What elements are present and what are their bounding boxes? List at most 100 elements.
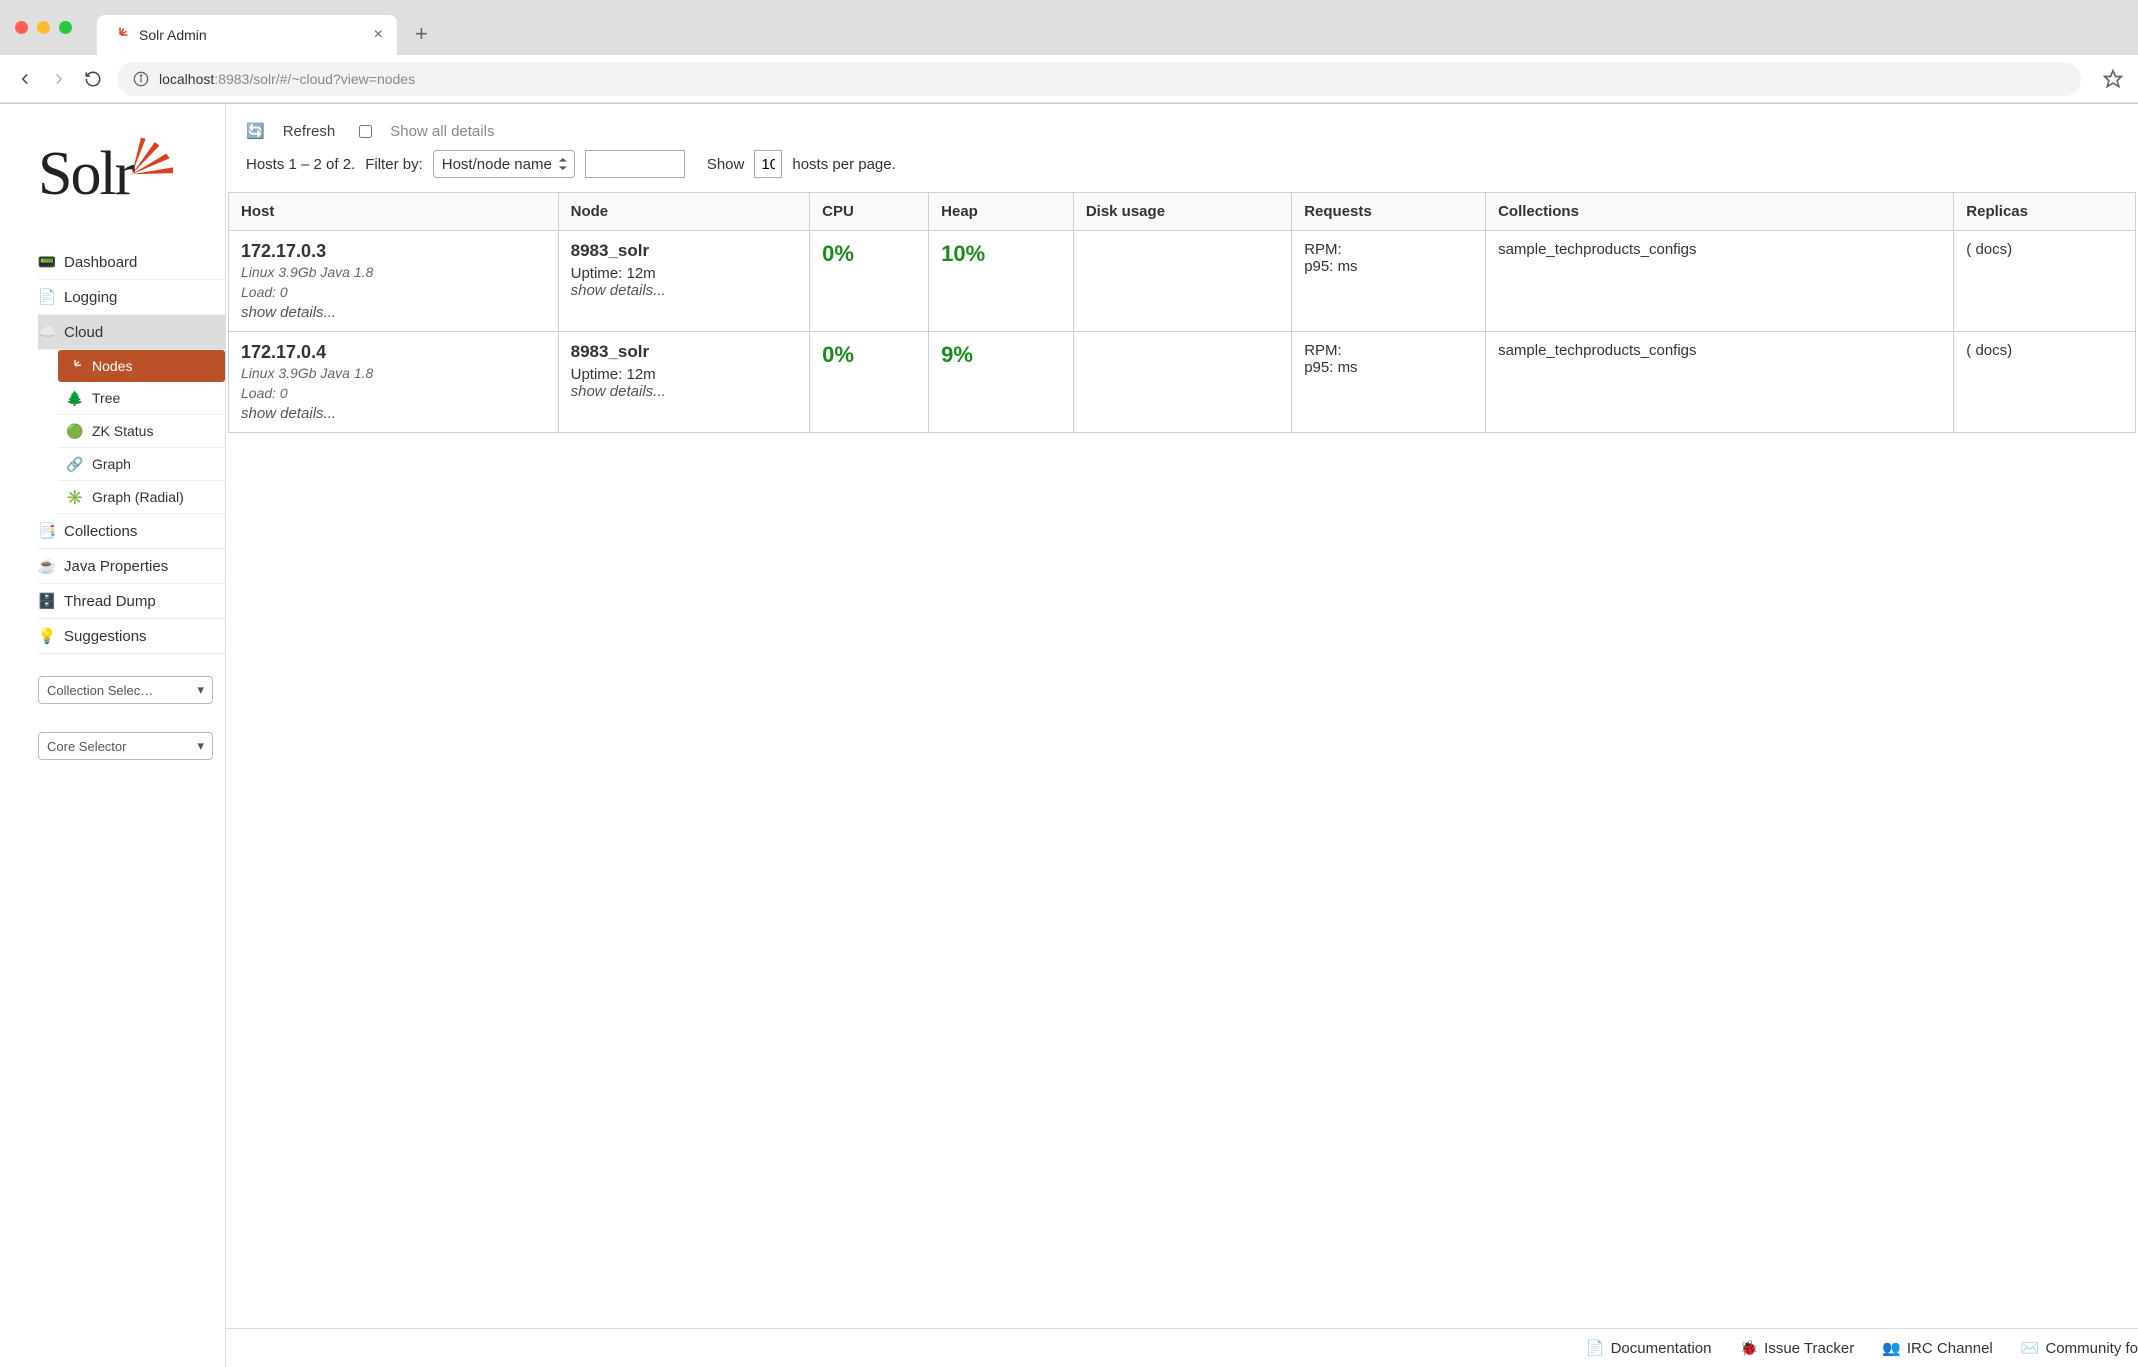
heap-pct: 9%	[941, 342, 973, 367]
radial-icon: ✳️	[66, 488, 84, 506]
replicas: ( docs)	[1966, 342, 2012, 359]
per-page-suffix: hosts per page.	[792, 156, 895, 173]
show-details-link[interactable]: show details...	[241, 304, 546, 321]
host-ip: 172.17.0.4	[241, 342, 546, 363]
sidebar-item-graph[interactable]: 🔗Graph	[58, 448, 225, 481]
th-host[interactable]: Host	[229, 193, 559, 231]
cloud-icon: ☁️	[38, 323, 56, 341]
graph-icon: 🔗	[66, 455, 84, 473]
core-selector[interactable]: Core Selector▾	[38, 732, 213, 760]
node-name: 8983_solr	[571, 241, 798, 261]
host-info: Linux 3.9Gb Java 1.8	[241, 365, 546, 381]
show-details-link[interactable]: show details...	[571, 383, 798, 400]
address-bar[interactable]: localhost:8983/solr/#/~cloud?view=nodes	[117, 62, 2081, 96]
filter-by-label: Filter by:	[365, 156, 423, 173]
load-info: Load: 0	[241, 385, 546, 401]
sidebar-item-nodes[interactable]: Nodes	[58, 350, 225, 382]
disk-cell	[1073, 332, 1291, 433]
cpu-pct: 0%	[822, 342, 854, 367]
uptime: Uptime: 12m	[571, 265, 798, 282]
tab-title: Solr Admin	[139, 27, 364, 43]
host-info: Linux 3.9Gb Java 1.8	[241, 264, 546, 280]
solr-favicon-icon	[111, 26, 129, 44]
sidebar-item-tree[interactable]: 🌲Tree	[58, 382, 225, 415]
solr-logo[interactable]: Solr	[38, 139, 225, 210]
bookmark-star-icon[interactable]	[2103, 69, 2123, 89]
filter-field-select[interactable]: Host/node name	[433, 150, 575, 178]
heap-pct: 10%	[941, 241, 985, 266]
hosts-table: Host Node CPU Heap Disk usage Requests C…	[228, 192, 2136, 433]
main-content: 🔄 Refresh Show all details Hosts 1 – 2 o…	[225, 104, 2138, 1367]
show-details-link[interactable]: show details...	[571, 282, 798, 299]
table-row: 172.17.0.4 Linux 3.9Gb Java 1.8 Load: 0 …	[229, 332, 2136, 433]
collection-selector[interactable]: Collection Selec…▾	[38, 676, 213, 704]
nav-bar: localhost:8983/solr/#/~cloud?view=nodes	[0, 55, 2138, 103]
tab-strip: Solr Admin × +	[0, 0, 2138, 55]
show-all-details-label: Show all details	[390, 123, 494, 140]
show-label: Show	[707, 156, 745, 173]
p95: p95: ms	[1304, 258, 1473, 275]
zk-status-icon: 🟢	[66, 422, 84, 440]
back-icon[interactable]	[15, 69, 35, 89]
sidebar-item-dashboard[interactable]: 📟Dashboard	[38, 245, 225, 280]
solr-sunburst-icon	[125, 133, 180, 188]
th-cpu[interactable]: CPU	[810, 193, 929, 231]
maximize-window-button[interactable]	[59, 21, 72, 34]
mail-icon: ✉️	[2021, 1339, 2040, 1357]
forward-icon[interactable]	[49, 69, 69, 89]
new-tab-button[interactable]: +	[415, 21, 428, 47]
collection-name[interactable]: sample_techproducts_configs	[1498, 342, 1696, 359]
cpu-pct: 0%	[822, 241, 854, 266]
sidebar-item-javaprops[interactable]: ☕Java Properties	[38, 549, 225, 584]
filter-text-input[interactable]	[585, 150, 685, 178]
collection-name[interactable]: sample_techproducts_configs	[1498, 241, 1696, 258]
rpm: RPM:	[1304, 342, 1473, 359]
sidebar-item-graph-radial[interactable]: ✳️Graph (Radial)	[58, 481, 225, 514]
th-disk[interactable]: Disk usage	[1073, 193, 1291, 231]
th-requests[interactable]: Requests	[1292, 193, 1486, 231]
footer-community[interactable]: ✉️Community fo	[2021, 1339, 2138, 1357]
th-replicas[interactable]: Replicas	[1954, 193, 2136, 231]
reload-icon[interactable]	[83, 69, 103, 89]
minimize-window-button[interactable]	[37, 21, 50, 34]
sidebar-item-collections[interactable]: 📑Collections	[38, 514, 225, 549]
load-info: Load: 0	[241, 284, 546, 300]
sidebar-item-threaddump[interactable]: 🗄️Thread Dump	[38, 584, 225, 619]
footer-irc[interactable]: 👥IRC Channel	[1882, 1339, 1993, 1357]
host-ip: 172.17.0.3	[241, 241, 546, 262]
browser-tab[interactable]: Solr Admin ×	[97, 15, 397, 55]
disk-cell	[1073, 231, 1291, 332]
refresh-icon[interactable]: 🔄	[246, 122, 265, 140]
chevron-down-icon: ▾	[197, 682, 204, 698]
refresh-button[interactable]: Refresh	[283, 123, 336, 140]
close-window-button[interactable]	[15, 21, 28, 34]
footer-issue-tracker[interactable]: 🐞Issue Tracker	[1739, 1339, 1854, 1357]
per-page-input[interactable]	[754, 150, 782, 178]
java-icon: ☕	[38, 557, 56, 575]
sidebar-item-suggestions[interactable]: 💡Suggestions	[38, 619, 225, 654]
bug-icon: 🐞	[1739, 1339, 1758, 1357]
page-body: Solr 📟Dashboard 📄Logging ☁️Cloud Nodes 🌲…	[0, 104, 2138, 1367]
show-all-details-checkbox[interactable]	[359, 125, 372, 138]
url-text: localhost:8983/solr/#/~cloud?view=nodes	[159, 71, 415, 87]
p95: p95: ms	[1304, 359, 1473, 376]
th-collections[interactable]: Collections	[1486, 193, 1954, 231]
sidebar-item-zkstatus[interactable]: 🟢ZK Status	[58, 415, 225, 448]
show-details-link[interactable]: show details...	[241, 405, 546, 422]
close-tab-icon[interactable]: ×	[374, 26, 383, 44]
footer-documentation[interactable]: 📄Documentation	[1586, 1339, 1712, 1357]
sidebar-item-cloud[interactable]: ☁️Cloud	[38, 315, 225, 350]
th-heap[interactable]: Heap	[929, 193, 1074, 231]
dashboard-icon: 📟	[38, 253, 56, 271]
info-icon[interactable]	[133, 71, 149, 87]
thread-icon: 🗄️	[38, 592, 56, 610]
uptime: Uptime: 12m	[571, 366, 798, 383]
tree-icon: 🌲	[66, 389, 84, 407]
bulb-icon: 💡	[38, 627, 56, 645]
sidebar-item-logging[interactable]: 📄Logging	[38, 280, 225, 315]
footer: 📄Documentation 🐞Issue Tracker 👥IRC Chann…	[226, 1328, 2138, 1367]
replicas: ( docs)	[1966, 241, 2012, 258]
hosts-range-label: Hosts 1 – 2 of 2.	[246, 156, 355, 173]
table-row: 172.17.0.3 Linux 3.9Gb Java 1.8 Load: 0 …	[229, 231, 2136, 332]
th-node[interactable]: Node	[558, 193, 810, 231]
